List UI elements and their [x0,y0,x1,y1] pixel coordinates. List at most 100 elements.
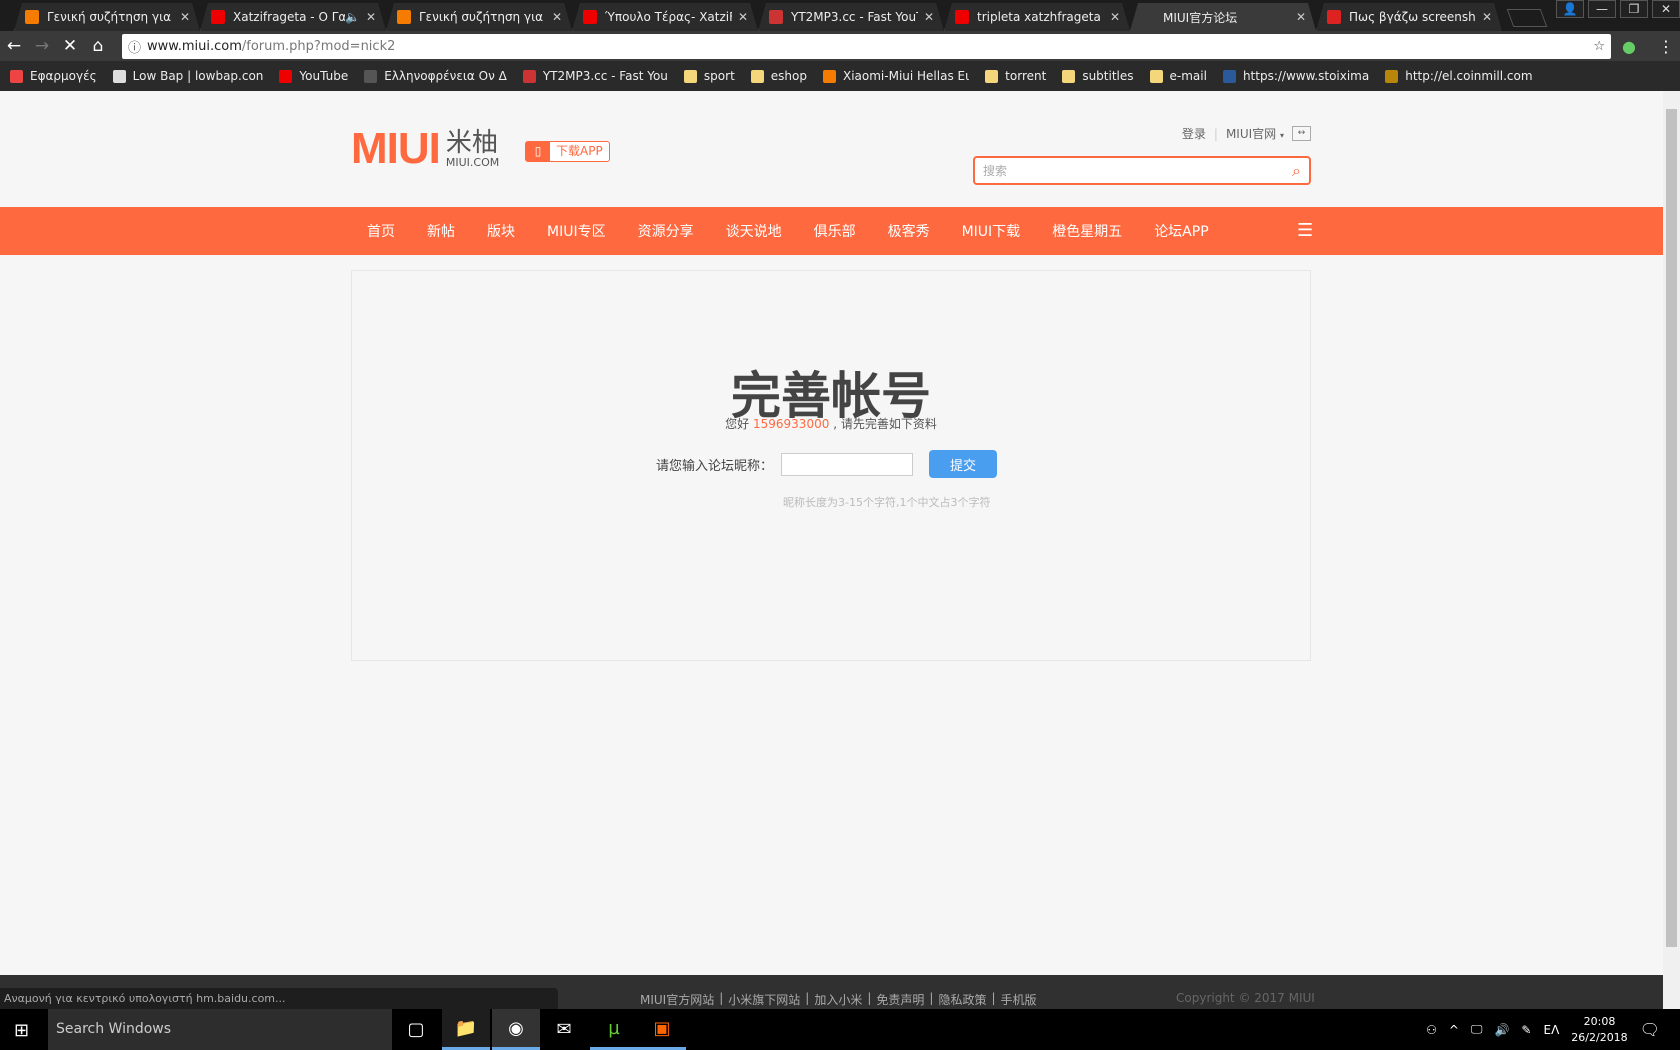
browser-tab[interactable]: Γενική συζήτηση για το ✕ [14,3,200,31]
mail-icon[interactable]: ✉ [540,1009,588,1050]
close-tab-icon[interactable]: ✕ [924,10,934,24]
bookmark-item[interactable]: YT2MP3.cc - Fast You [522,69,668,83]
browser-tab[interactable]: Xatzifrageta - Ο Γαμ 🔈 ✕ [200,3,386,31]
footer-link[interactable]: 手机版 [1001,991,1037,1008]
chevron-up-icon[interactable]: ^ [1449,1023,1459,1037]
browser-tab[interactable]: YT2MP3.cc - Fast YouTu ✕ [758,3,944,31]
greeting: 您好 1596933000 , 请先完善如下资料 [352,415,1310,432]
file-explorer-icon[interactable]: 📁 [442,1009,490,1050]
pen-icon[interactable]: ✎ [1521,1023,1531,1037]
taskbar-search[interactable]: Search Windows [48,1009,392,1050]
bookmark-item[interactable]: e-mail [1149,69,1207,83]
download-app-button[interactable]: ▯ 下载APP [525,141,610,162]
search-input[interactable]: 搜索 ⌕ [973,156,1311,185]
back-icon[interactable]: ← [0,36,28,56]
miui-logo[interactable]: MIUI 米柚 MIUI.COM [351,127,499,171]
stop-loading-icon[interactable]: ✕ [56,36,84,56]
footer-link[interactable]: 免责声明 [876,991,924,1008]
tab-title: MIUI官方论坛 [1163,10,1238,25]
tab-title: Γενική συζήτηση για το [419,10,544,24]
nav-item[interactable]: MIUI下载 [962,221,1021,241]
scrollbar-thumb[interactable] [1666,109,1677,947]
chrome-icon[interactable]: ◉ [492,1009,540,1050]
network-icon[interactable]: 🖵 [1471,1022,1483,1037]
bookmark-item[interactable]: Low Bap | lowbap.con [112,69,263,83]
bookmark-item[interactable]: sport [683,69,735,83]
profile-button[interactable]: 👤 [1556,0,1584,18]
home-icon[interactable]: ⌂ [84,36,112,56]
footer-link[interactable]: 隐私政策 [938,991,986,1008]
nav-item[interactable]: 极客秀 [888,221,930,241]
nav-item[interactable]: 俱乐部 [814,221,856,241]
people-icon[interactable]: ⚇ [1426,1023,1437,1037]
browser-tab[interactable]: MIUI官方论坛 ✕ [1130,3,1316,31]
clock[interactable]: 20:08 26/2/2018 [1571,1014,1627,1046]
utorrent-icon[interactable]: µ [590,1009,638,1050]
url-input[interactable]: ⓘ www.miui.com/forum.php?mod=nick2 ☆ [122,34,1611,59]
volume-icon[interactable]: 🔊 [1494,1023,1509,1037]
forward-icon[interactable]: → [28,36,56,56]
bookmark-item[interactable]: Ελληνοφρένεια Ον Δ [364,69,507,83]
browser-tab[interactable]: Πως βγάζω screenshot ✕ [1316,3,1502,31]
menu-icon[interactable]: ⋮ [1658,37,1674,56]
footer-link[interactable]: 加入小米 [814,991,862,1008]
bookmark-label: eshop [770,69,807,83]
footer-link[interactable]: 小米旗下网站 [728,991,800,1008]
notifications-icon[interactable]: 🗨 [1640,1020,1660,1039]
footer-link[interactable]: MIUI官方网站 [640,991,714,1008]
close-tab-icon[interactable]: ✕ [1110,10,1120,24]
favicon-icon [1327,10,1341,24]
nav-item[interactable]: 论坛APP [1154,221,1208,241]
browser-tab[interactable]: Ύπουλο Τέρας- XatziFra ✕ [572,3,758,31]
nav-item[interactable]: 橙色星期五 [1052,221,1122,241]
list-menu-icon[interactable]: ☰ [1297,220,1313,241]
close-tab-icon[interactable]: ✕ [1482,10,1492,24]
app-icon[interactable]: ▣ [638,1009,686,1050]
maximize-button[interactable]: ❐ [1620,0,1648,18]
submit-button[interactable]: 提交 [929,450,998,478]
bookmark-label: Εφαρμογές [30,69,97,83]
nav-item[interactable]: 资源分享 [638,221,694,241]
nav-item[interactable]: 新帖 [427,221,455,241]
close-tab-icon[interactable]: ✕ [738,10,748,24]
bookmark-item[interactable]: YouTube [279,69,348,83]
bookmark-item[interactable]: http://el.coinmill.com [1385,69,1533,83]
browser-tab[interactable]: Γενική συζήτηση για το ✕ [386,3,572,31]
close-tab-icon[interactable]: ✕ [366,10,376,24]
windows-start-icon[interactable]: ⊞ [14,1020,29,1041]
favicon-icon [769,10,783,24]
audio-icon[interactable]: 🔈 [345,10,360,24]
nav-item[interactable]: 首页 [367,221,395,241]
official-site-dropdown[interactable]: MIUI官网 ▾ [1226,125,1284,142]
browser-tab[interactable]: tripleta xatzhfrageta - Y ✕ [944,3,1130,31]
bookmark-item[interactable]: https://www.stoixima [1222,69,1369,83]
bookmark-item[interactable]: torrent [985,69,1046,83]
favicon-icon [397,10,411,24]
address-bar-row: ← → ✕ ⌂ ⓘ www.miui.com/forum.php?mod=nic… [0,31,1680,61]
new-tab-button[interactable] [1506,9,1548,27]
close-window-button[interactable]: ✕ [1652,0,1680,18]
task-view-icon[interactable]: ▢ [392,1009,440,1050]
close-tab-icon[interactable]: ✕ [1296,10,1306,24]
info-icon[interactable]: ⓘ [128,37,141,56]
width-toggle-icon[interactable]: ↔ [1292,126,1311,141]
nickname-input[interactable] [781,452,914,476]
bookmark-item[interactable]: Xiaomi-Miui Hellas Ει [822,69,969,83]
scrollbar[interactable] [1663,91,1680,1009]
nav-item[interactable]: 谈天说地 [726,221,782,241]
close-tab-icon[interactable]: ✕ [180,10,190,24]
bookmark-star-icon[interactable]: ☆ [1593,39,1605,54]
language-indicator[interactable]: ΕΛ [1543,1023,1559,1037]
close-tab-icon[interactable]: ✕ [552,10,562,24]
divider: | [991,991,996,1005]
bookmark-item[interactable]: eshop [750,69,807,83]
bookmark-item[interactable]: subtitles [1062,69,1134,83]
minimize-button[interactable]: — [1588,0,1616,18]
bookmark-icon [522,69,536,83]
nav-item[interactable]: MIUI专区 [547,221,606,241]
login-link[interactable]: 登录 [1182,125,1206,142]
extension-icon[interactable]: ● [1622,37,1636,56]
nav-item[interactable]: 版块 [487,221,515,241]
search-icon[interactable]: ⌕ [1292,161,1301,181]
bookmark-item[interactable]: Εφαρμογές [10,69,97,83]
